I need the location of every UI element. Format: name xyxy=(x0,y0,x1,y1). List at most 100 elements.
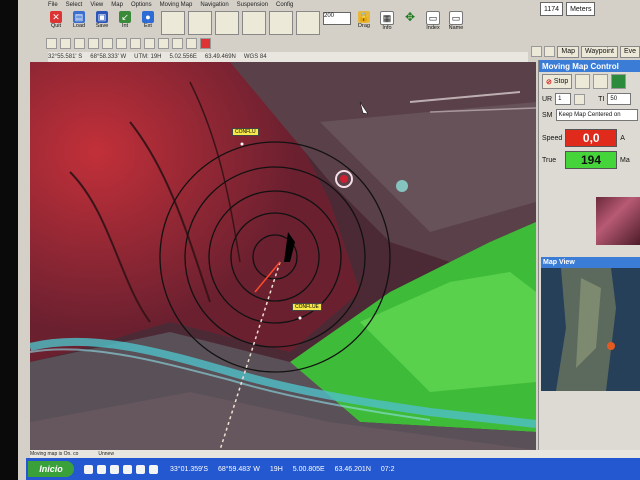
tool-square[interactable] xyxy=(158,38,169,49)
menu-select[interactable]: Select xyxy=(66,2,83,8)
sm-select[interactable]: Keep Map Centered on xyxy=(555,109,638,121)
screen: File Select View Map Options Moving Map … xyxy=(18,0,640,480)
tool-square[interactable] xyxy=(144,38,155,49)
ext-button[interactable]: ● Ext xyxy=(138,9,158,35)
map-svg xyxy=(30,62,536,450)
index-icon: ▭ xyxy=(426,11,440,25)
zoom-in-tool[interactable] xyxy=(269,11,293,35)
map-view-image[interactable] xyxy=(541,268,640,391)
menu-file[interactable]: File xyxy=(48,2,58,8)
tb-zone: 19H xyxy=(269,465,283,473)
app-icon[interactable] xyxy=(84,464,93,474)
info-button[interactable]: ▦ Info xyxy=(377,9,397,35)
magnify-icon[interactable] xyxy=(593,74,609,89)
tool-square[interactable] xyxy=(130,38,141,49)
taskbar: Inicio 33°01.359'S 68°59.483' W 19H 5.00… xyxy=(26,458,640,480)
index-label: Index xyxy=(426,25,440,31)
tool-square[interactable] xyxy=(172,38,183,49)
tool-square[interactable] xyxy=(46,38,57,49)
menu-config[interactable]: Config xyxy=(276,2,293,8)
tool-square[interactable] xyxy=(88,38,99,49)
quit-icon: ✕ xyxy=(50,11,62,23)
a-label: A xyxy=(620,134,625,142)
tool-square[interactable] xyxy=(200,38,211,49)
int-button[interactable]: ↙ Int xyxy=(115,9,135,35)
speed-label: Speed xyxy=(542,134,563,142)
menu-moving-map[interactable]: Moving Map xyxy=(160,2,193,8)
tb-lon: 68°59.483' W xyxy=(218,465,260,473)
main-toolbar: ✕ Quit ▤ Load ▣ Save ↙ Int ● Ext 200 🔒 D… xyxy=(46,9,566,37)
move-arrows-icon[interactable] xyxy=(575,74,591,89)
map-icon[interactable] xyxy=(611,74,627,89)
name-label: Name xyxy=(448,25,464,31)
true-heading-value: 194 xyxy=(565,151,617,169)
clock: 07:2 xyxy=(380,465,395,473)
menu-bar: File Select View Map Options Moving Map … xyxy=(48,0,468,9)
int-label: Int xyxy=(121,23,129,29)
drag-button[interactable]: 🔒 Drag xyxy=(354,9,374,35)
quit-label: Quit xyxy=(50,23,62,29)
map-thumbnail[interactable] xyxy=(596,197,640,245)
app-icon[interactable] xyxy=(149,464,158,474)
coord-lat: 32°55.581' S xyxy=(48,54,83,60)
app-icon[interactable] xyxy=(110,464,119,474)
tool-square[interactable] xyxy=(60,38,71,49)
coord-datum: WGS 84 xyxy=(243,54,267,60)
stop-label: Stop xyxy=(553,78,569,85)
save-button[interactable]: ▣ Save xyxy=(92,9,112,35)
tb-north: 63.46.201N xyxy=(334,465,371,473)
true-row: True 194 Ma xyxy=(539,149,640,171)
pan-button[interactable]: ✥ xyxy=(400,9,420,35)
map-label-waypoint[interactable]: CONFLU xyxy=(232,128,259,136)
app-icon[interactable] xyxy=(123,464,132,474)
info-label: Info xyxy=(382,25,392,31)
menu-view[interactable]: View xyxy=(90,2,103,8)
pan-arrows-icon: ✥ xyxy=(404,10,416,24)
app-icon[interactable] xyxy=(136,464,145,474)
tool-square[interactable] xyxy=(102,38,113,49)
index-button[interactable]: ▭ Index xyxy=(423,9,443,35)
start-button[interactable]: Inicio xyxy=(28,461,74,477)
quit-button[interactable]: ✕ Quit xyxy=(46,9,66,35)
status-mid: Unnew xyxy=(98,451,114,457)
ma-label: Ma xyxy=(620,156,630,164)
stop-button[interactable]: ⊘ Stop xyxy=(542,74,573,89)
info-icon: ▦ xyxy=(380,11,394,25)
tool-box-2[interactable] xyxy=(188,11,212,35)
zoom-level-select[interactable]: 200 xyxy=(323,12,351,25)
sm-label: SM xyxy=(542,111,553,119)
menu-map[interactable]: Map xyxy=(111,2,123,8)
tool-box-3[interactable] xyxy=(215,11,239,35)
name-button[interactable]: ▭ Name xyxy=(446,9,466,35)
ur-toggle[interactable] xyxy=(574,93,586,105)
menu-suspension[interactable]: Suspension xyxy=(237,2,268,8)
ti-field[interactable]: 50 xyxy=(607,93,632,105)
tool-square[interactable] xyxy=(116,38,127,49)
menu-navigation[interactable]: Navigation xyxy=(200,2,228,8)
quick-launch xyxy=(84,464,158,474)
speed-row: Speed 0,0 A xyxy=(539,127,640,149)
coord-east: 5.02.556E xyxy=(169,54,197,60)
int-icon: ↙ xyxy=(119,11,131,23)
speed-value: 0,0 xyxy=(565,129,618,147)
map-label-waypoint[interactable]: CONFLUE xyxy=(292,303,322,311)
window-icon[interactable] xyxy=(544,46,556,57)
tab-waypoint[interactable]: Waypoint xyxy=(581,45,618,58)
ext-icon: ● xyxy=(142,11,154,23)
app-icon[interactable] xyxy=(97,464,106,474)
map-view-svg xyxy=(541,268,640,391)
load-button[interactable]: ▤ Load xyxy=(69,9,89,35)
menu-options[interactable]: Options xyxy=(131,2,152,8)
altitude-unit[interactable]: Meters xyxy=(566,2,596,16)
ur-field[interactable]: 1 xyxy=(555,93,572,105)
window-icon[interactable] xyxy=(531,46,543,57)
satellite-map[interactable]: CONFLU CONFLUE xyxy=(30,62,536,450)
tool-box-1[interactable] xyxy=(161,11,185,35)
tool-box-4[interactable] xyxy=(242,11,266,35)
tab-map[interactable]: Map xyxy=(557,45,580,58)
tab-events[interactable]: Eve xyxy=(619,45,640,58)
name-icon: ▭ xyxy=(449,11,463,25)
tool-square[interactable] xyxy=(186,38,197,49)
zoom-out-tool[interactable] xyxy=(296,11,320,35)
tool-square[interactable] xyxy=(74,38,85,49)
